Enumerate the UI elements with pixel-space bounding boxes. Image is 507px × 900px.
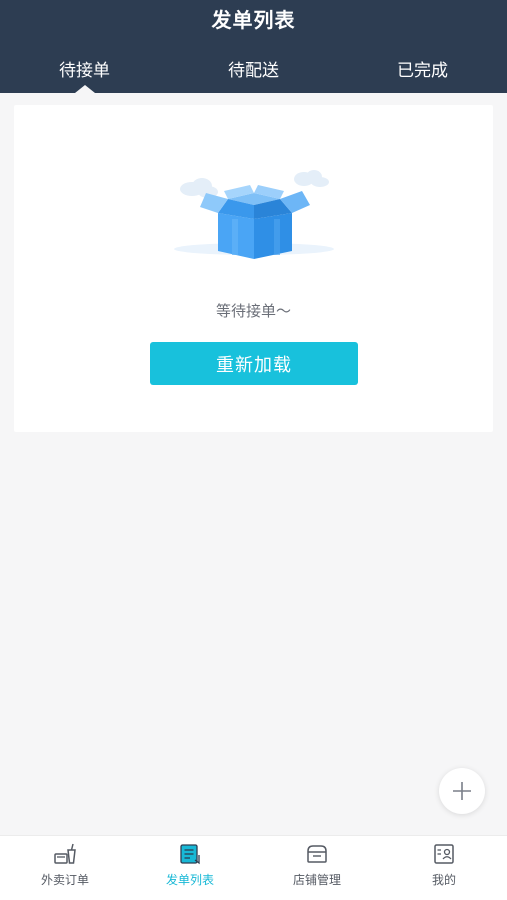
order-status-tabs: 待接单 待配送 已完成 — [0, 44, 507, 93]
empty-state-card: 等待接单～ 重新加载 — [14, 105, 493, 432]
tab-pending-delivery[interactable]: 待配送 — [169, 56, 338, 81]
empty-state-message: 等待接单～ — [215, 302, 291, 320]
nav-profile[interactable]: 我的 — [381, 836, 507, 900]
store-icon — [307, 845, 327, 863]
bottom-navigation: 外卖订单 发单列表 店铺管理 我的 — [0, 835, 507, 900]
reload-button[interactable]: 重新加载 — [150, 342, 358, 385]
nav-takeout-orders[interactable]: 外卖订单 — [2, 836, 128, 900]
empty-box-illustration — [174, 170, 334, 259]
nav-label-store: 店铺管理 — [292, 873, 341, 887]
active-tab-indicator — [75, 85, 95, 93]
app-screen: 发单列表 待接单 待配送 已完成 等待接单～ 重新加载 外卖订单 发单列表 店铺… — [0, 0, 507, 900]
tab-completed[interactable]: 已完成 — [338, 56, 507, 81]
nav-store-management[interactable]: 店铺管理 — [254, 836, 380, 900]
tab-pending-accept[interactable]: 待接单 — [0, 56, 169, 81]
profile-card-icon — [434, 844, 454, 864]
page-title: 发单列表 — [211, 8, 296, 32]
takeout-order-icon — [54, 843, 76, 864]
top-header: 发单列表 待接单 待配送 已完成 — [0, 0, 507, 93]
nav-order-list[interactable]: 发单列表 — [127, 836, 253, 900]
add-order-button[interactable] — [439, 768, 485, 814]
nav-label-takeout: 外卖订单 — [40, 873, 89, 887]
order-list-icon — [180, 844, 200, 865]
nav-label-profile: 我的 — [431, 873, 456, 887]
nav-label-order-list: 发单列表 — [165, 873, 214, 887]
plus-icon — [453, 782, 471, 800]
